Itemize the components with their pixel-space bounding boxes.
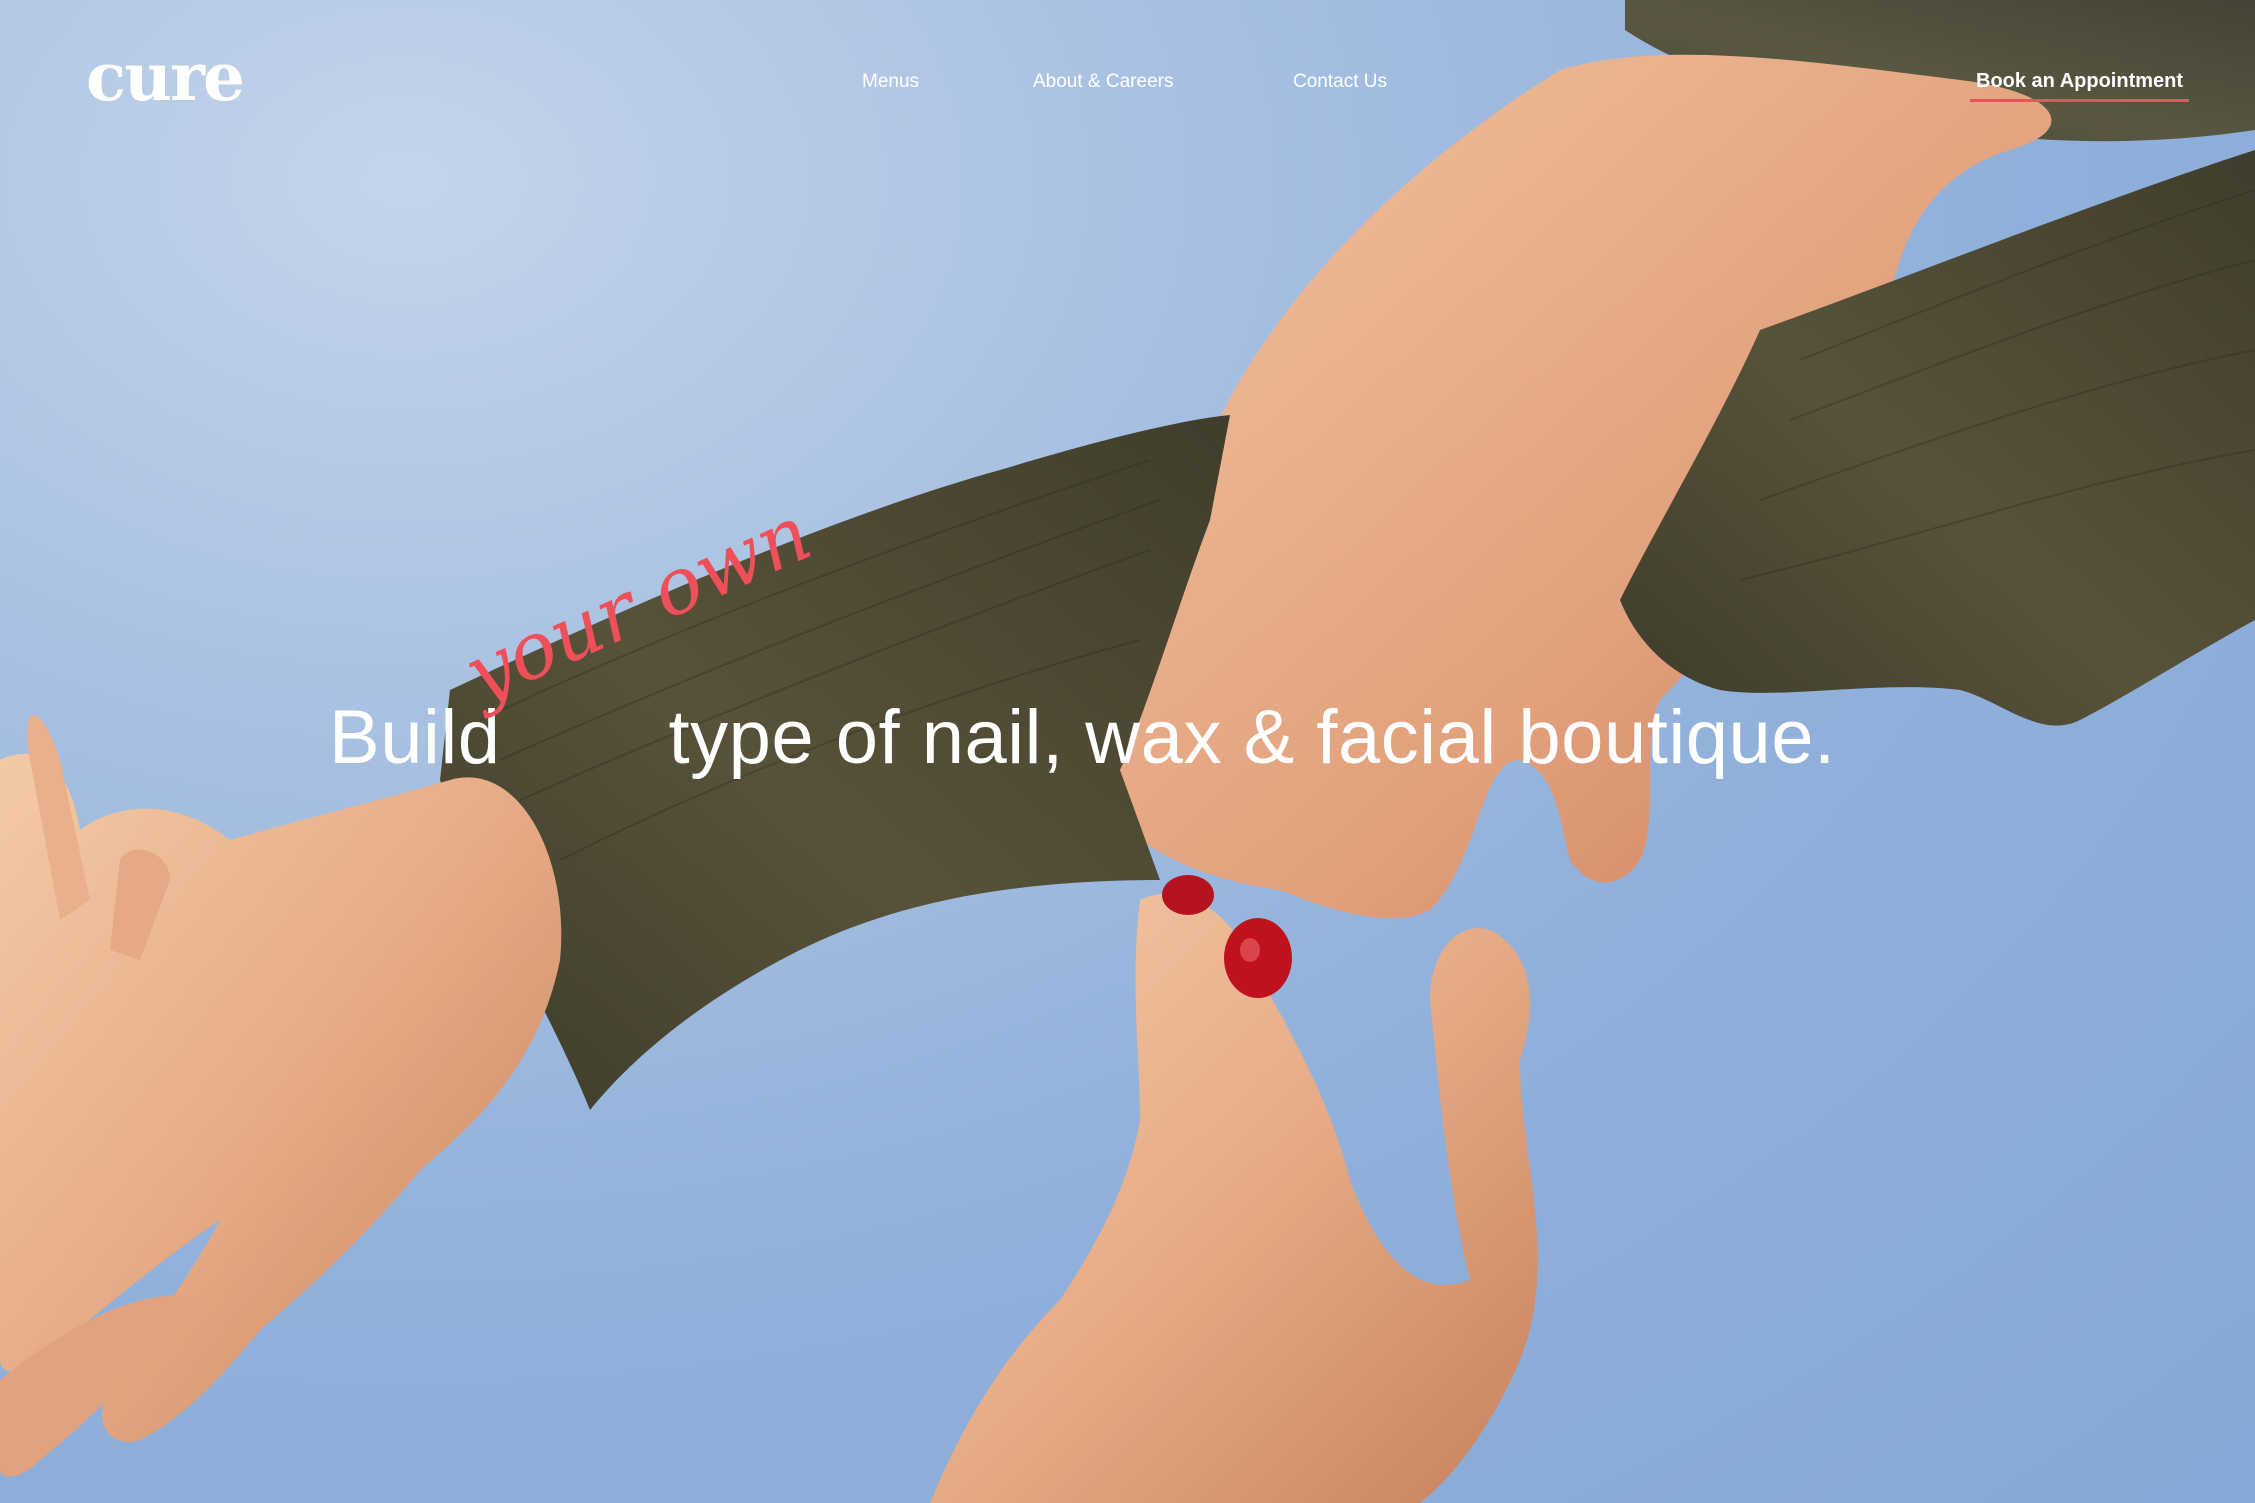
nav-about-careers[interactable]: About & Careers [1033, 71, 1173, 93]
headline-start: Build [329, 695, 501, 780]
book-appointment-button[interactable]: Book an Appointment [1970, 70, 2190, 102]
nav-menus[interactable]: Menus [862, 71, 919, 93]
hero-headline: Build type of nail, wax & facial boutique… [329, 700, 1836, 776]
headline-end: type of nail, wax & facial boutique. [668, 695, 1836, 780]
nav-contact-us[interactable]: Contact Us [1293, 71, 1387, 93]
logo[interactable]: cure [86, 44, 245, 110]
